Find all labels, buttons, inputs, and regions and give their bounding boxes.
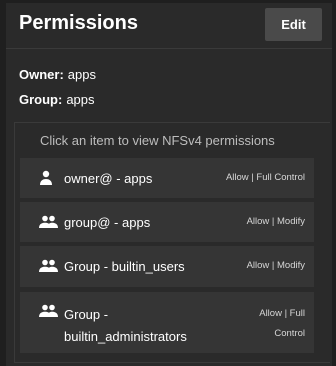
acl-item-name: owner@ - apps — [64, 171, 153, 186]
acl-item-permission: Allow | Modify — [246, 216, 305, 227]
people-icon — [39, 258, 59, 274]
acl-item-owner[interactable]: owner@ - apps Allow | Full Control — [20, 158, 314, 198]
acl-item-builtin-users[interactable]: Group - builtin_users Allow | Modify — [20, 246, 314, 287]
acl-item-builtin-administrators[interactable]: Group - builtin_administrators Allow | F… — [20, 292, 314, 353]
acl-item-permission: Allow | Full Control — [225, 172, 305, 183]
people-icon — [39, 303, 59, 319]
group-value: apps — [66, 92, 95, 107]
owner-label: Owner: — [19, 67, 64, 82]
acl-item-permission-line2: Control — [274, 328, 305, 339]
acl-item-permission-line1: Allow | Full — [259, 308, 305, 319]
acl-item-permission: Allow | Full Control — [259, 304, 305, 344]
acl-hint: Click an item to view NFSv4 permissions — [40, 133, 275, 148]
permissions-card: Permissions Edit Owner: apps Group: apps C… — [6, 3, 332, 366]
person-icon — [39, 170, 59, 186]
edit-button[interactable]: Edit — [265, 8, 322, 41]
acl-item-name: group@ - apps — [64, 215, 151, 230]
acl-item-name-line1: Group - — [64, 307, 109, 322]
group-info: Group: apps — [19, 92, 95, 107]
owner-value: apps — [67, 67, 96, 82]
owner-info: Owner: apps — [19, 67, 96, 82]
card-header: Permissions Edit — [6, 3, 332, 49]
acl-item-permission: Allow | Modify — [246, 260, 305, 271]
acl-item-group-apps[interactable]: group@ - apps Allow | Modify — [20, 202, 314, 242]
acl-item-name: Group - builtin_administrators — [64, 304, 187, 348]
people-icon — [39, 214, 59, 230]
group-label: Group: — [19, 92, 63, 107]
card-title: Permissions — [19, 12, 138, 34]
acl-item-name-line2: builtin_administrators — [64, 329, 187, 344]
acl-item-name: Group - builtin_users — [64, 259, 185, 274]
